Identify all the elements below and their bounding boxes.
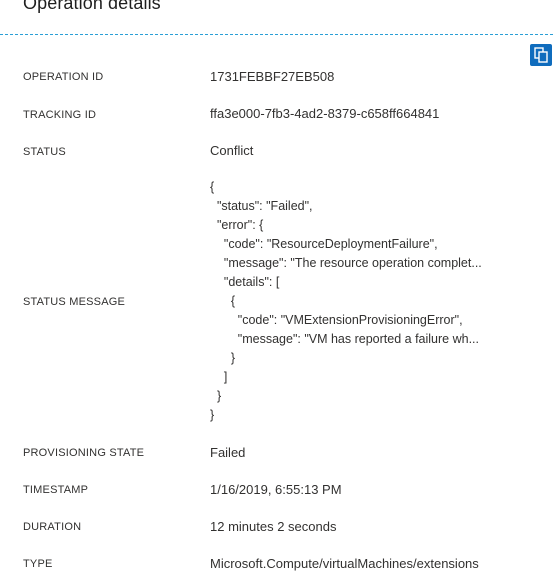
duration-value: 12 minutes 2 seconds <box>210 519 337 534</box>
json-line: { <box>210 294 236 308</box>
json-line: } <box>210 389 222 403</box>
timestamp-value: 1/16/2019, 6:55:13 PM <box>210 482 342 497</box>
provisioning-state-value: Failed <box>210 445 246 460</box>
json-line: "status": "Failed", <box>210 199 313 213</box>
panel-header: Operation details <box>0 0 553 35</box>
tracking-id-value: ffa3e000-7fb3-4ad2-8379-c658ff664841 <box>210 106 440 121</box>
json-line: "code": "ResourceDeploymentFailure", <box>210 237 438 251</box>
operation-id-value: 1731FEBBF27EB508 <box>210 69 335 84</box>
copy-button[interactable] <box>530 44 552 66</box>
json-line: } <box>210 408 215 422</box>
provisioning-state-label: PROVISIONING STATE <box>23 447 145 459</box>
status-value: Conflict <box>210 143 254 158</box>
json-line: "message": "VM has reported a failure wh… <box>210 332 479 346</box>
json-line: ] <box>210 370 228 384</box>
tracking-id-label: TRACKING ID <box>23 109 97 121</box>
status-message-json: { "status": "Failed", "error": { "code":… <box>210 178 482 425</box>
copy-icon <box>534 47 548 63</box>
json-line: "code": "VMExtensionProvisioningError", <box>210 313 463 327</box>
duration-label: DURATION <box>23 521 82 533</box>
status-label: STATUS <box>23 146 66 158</box>
timestamp-label: TIMESTAMP <box>23 484 89 496</box>
json-line: "message": "The resource operation compl… <box>210 256 482 270</box>
type-value: Microsoft.Compute/virtualMachines/extens… <box>210 556 479 571</box>
operation-id-label: OPERATION ID <box>23 71 104 83</box>
operation-details-panel: Operation details OPERATION ID 1731FEBBF… <box>0 0 553 582</box>
json-line: "details": [ <box>210 275 280 289</box>
status-message-label: STATUS MESSAGE <box>23 296 126 308</box>
type-label: TYPE <box>23 558 53 570</box>
json-line: { <box>210 180 215 194</box>
panel-title: Operation details <box>23 0 161 13</box>
json-line: "error": { <box>210 218 264 232</box>
json-line: } <box>210 351 236 365</box>
